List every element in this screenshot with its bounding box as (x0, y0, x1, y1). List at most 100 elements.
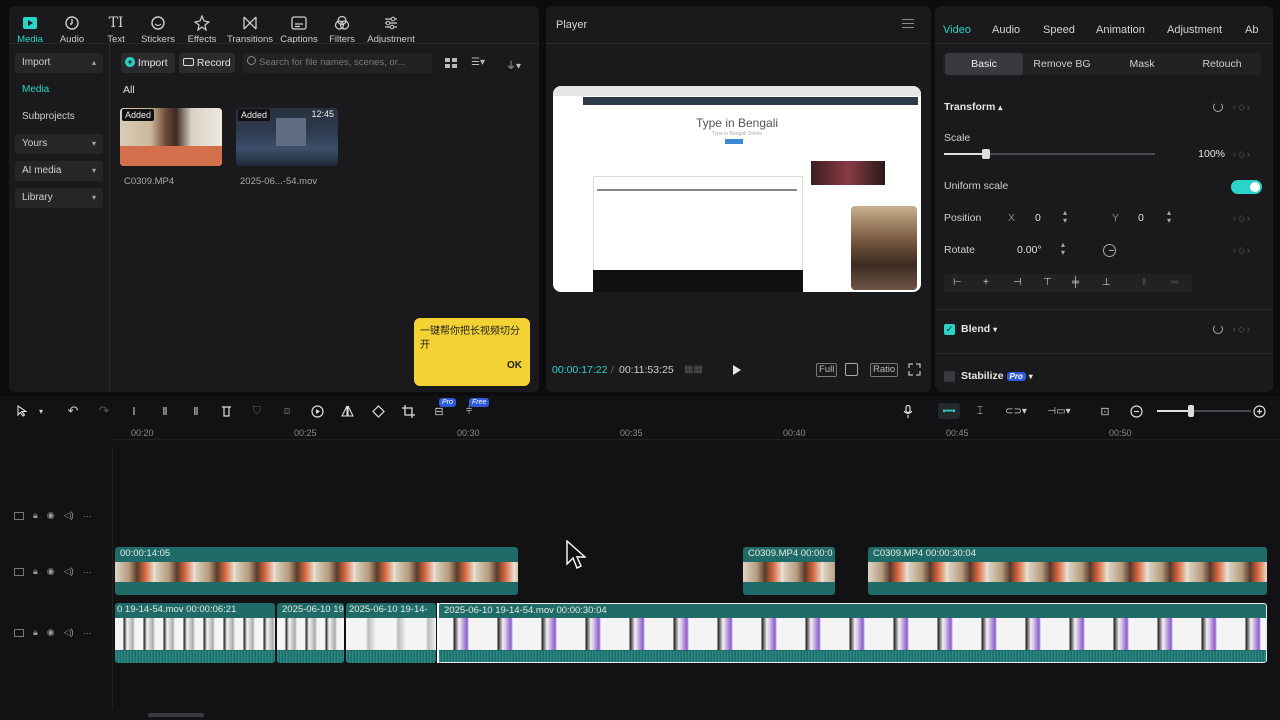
timeline-clip[interactable]: 00:00:14:05 (115, 547, 518, 595)
timeline-clip[interactable]: C0309.MP4 00:00:30:04 (868, 547, 1267, 595)
tab-filters[interactable]: Filters (317, 14, 367, 45)
uniform-scale-toggle[interactable] (1231, 180, 1262, 194)
segment-mask[interactable]: Mask (1103, 53, 1181, 75)
play-circle-icon[interactable] (309, 403, 325, 419)
import-button[interactable]: + Import (121, 53, 175, 73)
timeline-ruler[interactable] (112, 424, 1280, 440)
timeline-clip[interactable]: 0 19-14-54.mov 00:00:06:21 (115, 603, 275, 663)
split-view-icon[interactable]: ⊣▭▾ (1045, 403, 1073, 419)
align-top-icon[interactable]: ⊤ (1043, 277, 1052, 288)
scale-value[interactable]: 100% (1191, 148, 1225, 160)
grid-view-icon[interactable] (445, 58, 457, 68)
tab-video[interactable]: Video (943, 24, 971, 36)
timeline-clip[interactable]: 2025-06-10 19 (277, 603, 344, 663)
keyframe-icon[interactable]: ‹◇› (1233, 245, 1252, 256)
zoom-in-icon[interactable] (1251, 403, 1267, 419)
scale-slider-track[interactable] (944, 149, 1155, 159)
eye-icon[interactable]: ◉ (47, 627, 55, 638)
link-icon[interactable]: ⊂⊃▾ (1003, 403, 1029, 419)
align-bottom-icon[interactable]: ⊥ (1102, 277, 1111, 288)
timeline-clip[interactable]: C0309.MP4 00:00:0 (743, 547, 835, 595)
zoom-slider-handle[interactable] (1187, 405, 1194, 417)
lock-icon[interactable]: 🔒︎ (33, 627, 38, 638)
tab-animation[interactable]: Animation (1096, 24, 1145, 36)
crop-icon[interactable] (400, 403, 416, 419)
eye-icon[interactable]: ◉ (47, 510, 55, 521)
tab-transitions[interactable]: Transitions (225, 14, 275, 45)
segment-basic[interactable]: Basic (945, 53, 1023, 75)
audio-icon[interactable]: ◁) (64, 510, 74, 521)
more-icon[interactable]: ··· (83, 511, 92, 521)
undo-icon[interactable]: ↶ (65, 403, 81, 419)
tab-effects[interactable]: Effects (177, 14, 227, 45)
tab-stickers[interactable]: Stickers (133, 14, 183, 45)
sidebar-item-import[interactable]: Import ▴ (15, 53, 103, 73)
menu-icon[interactable] (902, 19, 914, 28)
split-left-icon[interactable]: Ⅱ (157, 403, 173, 419)
pos-y-field[interactable]: 0 (1138, 209, 1160, 227)
sort-icon[interactable]: ☰▾ (471, 57, 485, 68)
mirror-icon[interactable] (339, 403, 355, 419)
zoom-fit-icon[interactable] (845, 363, 858, 376)
timeline-clip[interactable]: 2025-06-10 19-14- (346, 603, 436, 663)
sidebar-item-ai-media[interactable]: AI media ▾ (15, 161, 103, 181)
keyframe-icon[interactable]: ‹◇› (1233, 102, 1252, 113)
zoom-slider-track[interactable] (1157, 405, 1251, 417)
transform-heading[interactable]: Transform ▴ (944, 101, 1002, 113)
select-tool-icon[interactable] (14, 403, 30, 419)
eye-icon[interactable]: ◉ (47, 566, 55, 577)
preview-axis-icon[interactable]: ⊡ (1097, 403, 1113, 419)
sidebar-item-media[interactable]: Media (15, 80, 103, 100)
sidebar-item-yours[interactable]: Yours ▾ (15, 134, 103, 154)
tab-audio[interactable]: Audio (992, 24, 1020, 36)
timeline-clip-selected[interactable]: 2025-06-10 19-14-54.mov 00:00:30:04 (438, 603, 1267, 663)
filter-icon[interactable]: ⏚▾ (506, 57, 521, 72)
audio-icon[interactable]: ◁) (64, 627, 74, 638)
keyframe-icon[interactable]: ‹◇› (1233, 324, 1252, 335)
distribute-h-icon[interactable]: ‖ (1142, 277, 1146, 288)
rotate-dial-icon[interactable] (1103, 244, 1116, 257)
microphone-icon[interactable] (900, 403, 916, 419)
sidebar-item-library[interactable]: Library ▾ (15, 188, 103, 208)
magnet-link-icon[interactable]: ▪━▪ (938, 403, 960, 419)
align-right-icon[interactable]: ⊣ (1013, 277, 1022, 288)
tooltip-ok-button[interactable]: OK (507, 360, 522, 371)
redo-icon[interactable]: ↷ (96, 403, 112, 419)
align-left-icon[interactable]: ⊢ (953, 277, 962, 288)
record-button[interactable]: Record (179, 53, 235, 73)
stabilize-checkbox[interactable] (944, 371, 955, 382)
lock-icon[interactable]: 🔒︎ (33, 566, 38, 577)
scale-slider-handle[interactable] (982, 149, 991, 159)
shield-icon[interactable]: ⛉ (249, 403, 265, 419)
stabilize-heading[interactable]: Stabilize Pro ▾ (961, 370, 1033, 382)
segment-retouch[interactable]: Retouch (1183, 53, 1261, 75)
stepper-icon[interactable]: ▴ ▾ (1061, 241, 1065, 257)
sidebar-item-subprojects[interactable]: Subprojects (15, 107, 103, 127)
tab-adjustment[interactable]: Adjustment (1167, 24, 1222, 36)
tab-ai[interactable]: Ab (1245, 24, 1258, 36)
tab-audio[interactable]: Audio (47, 14, 97, 45)
delete-icon[interactable] (218, 403, 234, 419)
stepper-icon[interactable]: ▴ ▾ (1063, 209, 1067, 225)
tab-adjustment[interactable]: Adjustment (366, 14, 416, 45)
media-item-c0309[interactable]: Added (120, 108, 222, 166)
timeline-scrollbar[interactable] (148, 713, 204, 717)
search-input[interactable]: Search for file names, scenes, or... (242, 53, 432, 73)
keyframe-icon[interactable]: ‹◇› (1233, 213, 1252, 224)
rotate-icon[interactable] (370, 403, 386, 419)
playhead[interactable] (437, 603, 439, 663)
more-icon[interactable]: ··· (83, 567, 92, 577)
split-icon[interactable]: Ⅰ (126, 403, 142, 419)
audio-icon[interactable]: ◁) (64, 566, 74, 577)
reset-icon[interactable] (1213, 102, 1223, 112)
freeze-icon[interactable]: ⧈ (279, 403, 295, 419)
blend-heading[interactable]: Blend ▾ (961, 323, 997, 335)
lock-icon[interactable]: 🔒︎ (33, 510, 38, 521)
zoom-out-icon[interactable] (1128, 403, 1144, 419)
stepper-icon[interactable]: ▴ ▾ (1167, 209, 1171, 225)
keyframe-icon[interactable]: ‹◇› (1233, 149, 1252, 160)
play-icon[interactable] (732, 364, 742, 376)
reset-icon[interactable] (1213, 324, 1223, 334)
full-button[interactable]: Full (816, 363, 838, 377)
pos-x-field[interactable]: 0 (1035, 209, 1057, 227)
